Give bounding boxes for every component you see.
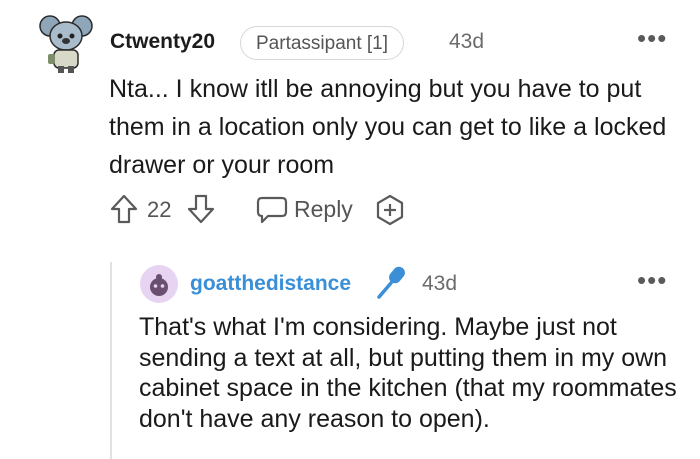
comment-body: Nta... I know itll be annoying but you h…	[109, 75, 667, 179]
user-flair-badge: Partassipant [1]	[240, 26, 405, 60]
reply-author-link[interactable]: goatthedistance	[190, 272, 351, 296]
more-options-icon[interactable]: •••	[637, 25, 667, 51]
downvote-arrow-icon[interactable]	[187, 194, 215, 224]
upvote-arrow-icon[interactable]	[110, 194, 138, 224]
thread-line[interactable]	[110, 262, 112, 459]
reply-body: That's what I'm considering. Maybe just …	[139, 313, 677, 433]
comment-timestamp: 43d	[449, 30, 485, 53]
award-plus-icon[interactable]	[374, 194, 406, 226]
speech-bubble-icon[interactable]	[256, 194, 288, 224]
vote-score: 22	[147, 197, 172, 222]
more-options-icon[interactable]: •••	[637, 267, 667, 293]
comment-author-link[interactable]: Ctwenty20	[110, 30, 215, 54]
reply-button[interactable]: Reply	[294, 196, 353, 223]
reply-timestamp: 43d	[422, 272, 458, 295]
user-avatar[interactable]	[38, 10, 94, 74]
microphone-icon	[374, 264, 410, 300]
reply-avatar[interactable]	[140, 265, 178, 303]
